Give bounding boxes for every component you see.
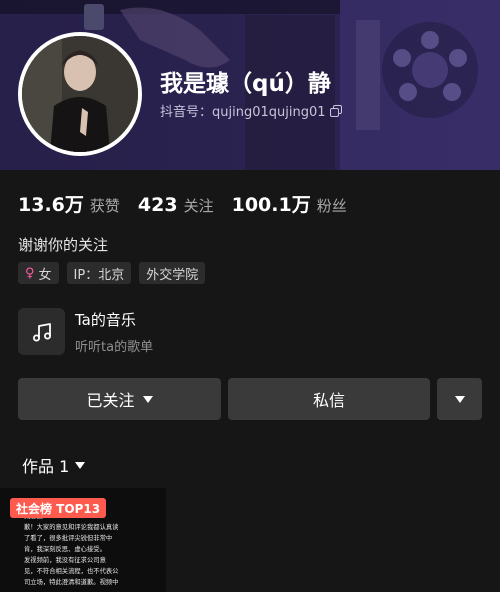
school-tag[interactable]: 外交学院 — [139, 262, 206, 284]
works-tab-label: 作品 1 — [22, 457, 70, 476]
copy-icon[interactable] — [329, 104, 342, 117]
chevron-down-icon — [75, 461, 86, 469]
music-title: Ta的音乐 — [75, 310, 136, 329]
profile-name: 我是璩（qú）静 — [160, 71, 331, 97]
followers-count[interactable]: 100.1万 — [232, 190, 311, 217]
tag-list: ♀ 女 IP：北京 外交学院 — [18, 262, 206, 284]
video-thumbnail[interactable]: 频引起了 减意道 歉！大家的意见和评论我都认真读 了看了，很多批评尖锐但非常中 … — [0, 488, 166, 592]
following-label: 关注 — [183, 197, 214, 215]
ranking-badge: 社会榜 TOP13 — [10, 498, 107, 518]
avatar[interactable] — [18, 32, 142, 156]
likes-count[interactable]: 13.6万 — [18, 190, 84, 217]
ip-tag: IP：北京 — [66, 262, 132, 284]
followers-label: 粉丝 — [316, 197, 347, 215]
bio: 谢谢你的关注 — [18, 236, 109, 254]
gender-tag: ♀ 女 — [18, 262, 59, 284]
female-icon: ♀ — [25, 265, 35, 281]
avatar-photo — [22, 36, 138, 152]
followed-button[interactable]: 已关注 — [18, 378, 221, 420]
likes-label: 获赞 — [89, 197, 120, 215]
more-button[interactable] — [437, 378, 482, 420]
music-subtitle: 听听ta的歌单 — [75, 339, 154, 355]
stats-row: 13.6万 获赞 423 关注 100.1万 粉丝 — [18, 190, 365, 217]
gender-text: 女 — [38, 267, 52, 283]
chevron-down-icon — [454, 395, 465, 403]
douyin-id-text: 抖音号：qujing01qujing01 — [160, 105, 326, 120]
followed-label: 已关注 — [86, 391, 135, 410]
chevron-down-icon — [142, 395, 153, 403]
douyin-id[interactable]: 抖音号：qujing01qujing01 — [160, 101, 342, 120]
message-label: 私信 — [312, 391, 345, 410]
tab-works[interactable]: 作品 1 — [22, 453, 86, 477]
music-note-icon — [18, 308, 65, 355]
message-button[interactable]: 私信 — [228, 378, 430, 420]
following-count[interactable]: 423 — [138, 194, 178, 216]
music-entry[interactable]: Ta的音乐 听听ta的歌单 — [18, 308, 153, 355]
